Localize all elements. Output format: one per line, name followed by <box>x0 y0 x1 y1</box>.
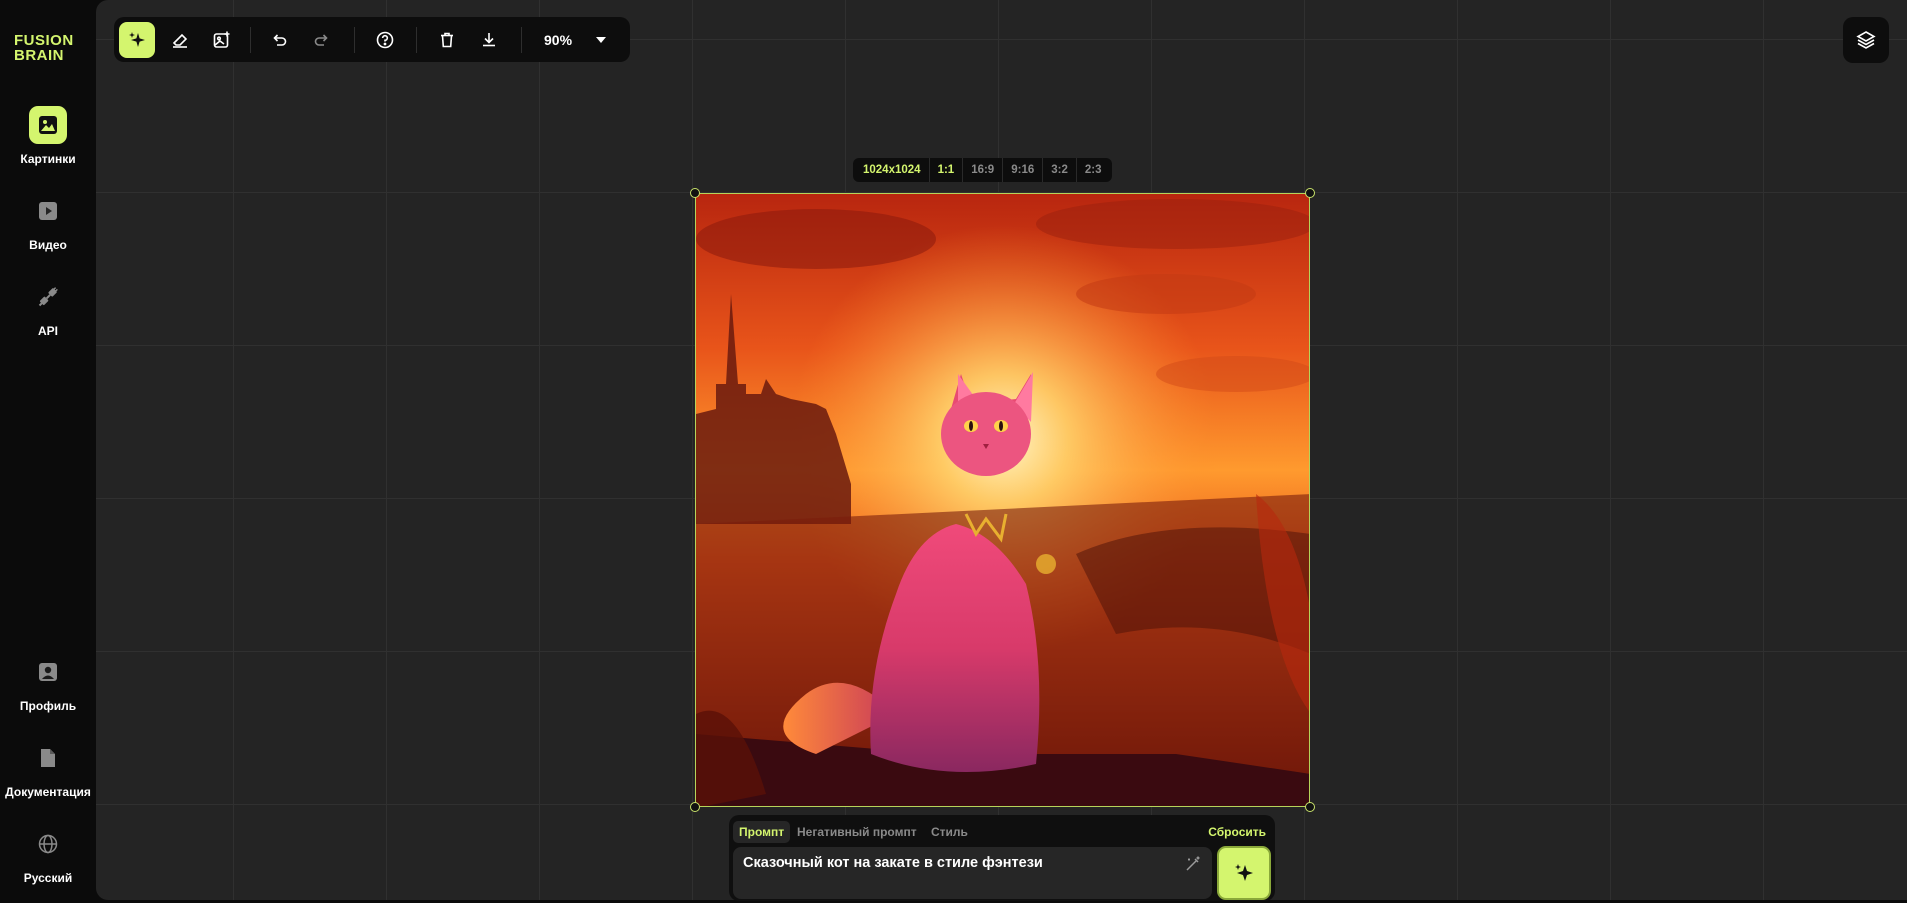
undo-button[interactable] <box>261 22 297 58</box>
ratio-2-3[interactable]: 2:3 <box>1075 158 1110 182</box>
reset-button[interactable]: Сбросить <box>1208 821 1266 843</box>
globe-icon <box>29 825 67 863</box>
resize-handle-bottom-left[interactable] <box>690 802 700 812</box>
tab-style[interactable]: Стиль <box>925 821 974 843</box>
layers-icon <box>1856 31 1876 49</box>
resize-handle-bottom-right[interactable] <box>1305 802 1315 812</box>
aspect-ratio-bar: 1024x1024 1:1 16:9 9:16 3:2 2:3 <box>853 158 1112 182</box>
sidebar: FUSION BRAIN Картинки Видео API Профиль … <box>0 0 96 903</box>
zoom-value: 90% <box>544 31 573 48</box>
redo-button[interactable] <box>304 22 340 58</box>
delete-button[interactable] <box>429 22 465 58</box>
generate-icon <box>129 32 145 47</box>
sidebar-item-language[interactable]: Русский <box>0 825 96 885</box>
magic-wand-icon[interactable] <box>1184 855 1202 877</box>
generated-image-frame[interactable] <box>695 193 1310 807</box>
ratio-1-1[interactable]: 1:1 <box>928 158 963 182</box>
eraser-icon <box>172 33 188 48</box>
delete-icon <box>441 32 453 48</box>
sidebar-item-video[interactable]: Видео <box>0 192 96 252</box>
sidebar-item-label: API <box>37 324 58 338</box>
ratio-9-16[interactable]: 9:16 <box>1002 158 1042 182</box>
sidebar-item-label: Видео <box>29 238 67 252</box>
logo[interactable]: FUSION BRAIN <box>14 33 74 63</box>
download-button[interactable] <box>471 22 507 58</box>
help-icon <box>376 31 394 49</box>
logo-line1: FUSION <box>14 32 74 49</box>
video-icon <box>29 192 67 230</box>
resolution-label[interactable]: 1024x1024 <box>855 158 929 182</box>
profile-icon <box>29 653 67 691</box>
sidebar-item-images[interactable]: Картинки <box>0 106 96 166</box>
sidebar-item-label: Русский <box>23 871 73 885</box>
prompt-text: Сказочный кот на закате в стиле фэнтези <box>743 855 1043 871</box>
sidebar-item-api[interactable]: API <box>0 278 96 338</box>
image-icon <box>29 106 67 144</box>
sidebar-item-label: Картинки <box>20 152 76 166</box>
sidebar-item-documentation[interactable]: Документация <box>0 739 96 799</box>
redo-icon <box>314 34 328 46</box>
download-icon <box>483 33 495 47</box>
generate-tool-button[interactable] <box>119 22 155 58</box>
chevron-down-icon <box>596 36 607 43</box>
plug-icon <box>29 278 67 316</box>
sparkle-icon <box>1235 864 1253 881</box>
undo-icon <box>273 34 287 46</box>
tab-prompt[interactable]: Промпт <box>733 821 791 843</box>
toolbar: 90% <box>114 17 630 62</box>
zoom-dropdown[interactable]: 90% <box>544 17 607 62</box>
document-icon <box>29 739 67 777</box>
generated-image <box>696 194 1309 806</box>
generate-button[interactable] <box>1217 846 1271 900</box>
sidebar-item-label: Документация <box>5 785 91 799</box>
sidebar-item-label: Профиль <box>19 699 77 713</box>
edit-image-icon <box>213 31 230 48</box>
help-button[interactable] <box>367 22 403 58</box>
edit-image-tool-button[interactable] <box>204 22 240 58</box>
eraser-tool-button[interactable] <box>162 22 198 58</box>
logo-line2: BRAIN <box>14 47 64 64</box>
ratio-16-9[interactable]: 16:9 <box>962 158 1002 182</box>
sidebar-item-profile[interactable]: Профиль <box>0 653 96 713</box>
ratio-3-2[interactable]: 3:2 <box>1042 158 1076 182</box>
prompt-panel: Промпт Негативный промпт Стиль Сбросить … <box>729 815 1275 901</box>
prompt-input[interactable]: Сказочный кот на закате в стиле фэнтези <box>733 847 1212 899</box>
resize-handle-top-left[interactable] <box>690 188 700 198</box>
tab-negative-prompt[interactable]: Негативный промпт <box>791 821 923 843</box>
resize-handle-top-right[interactable] <box>1305 188 1315 198</box>
layers-button[interactable] <box>1843 17 1889 63</box>
